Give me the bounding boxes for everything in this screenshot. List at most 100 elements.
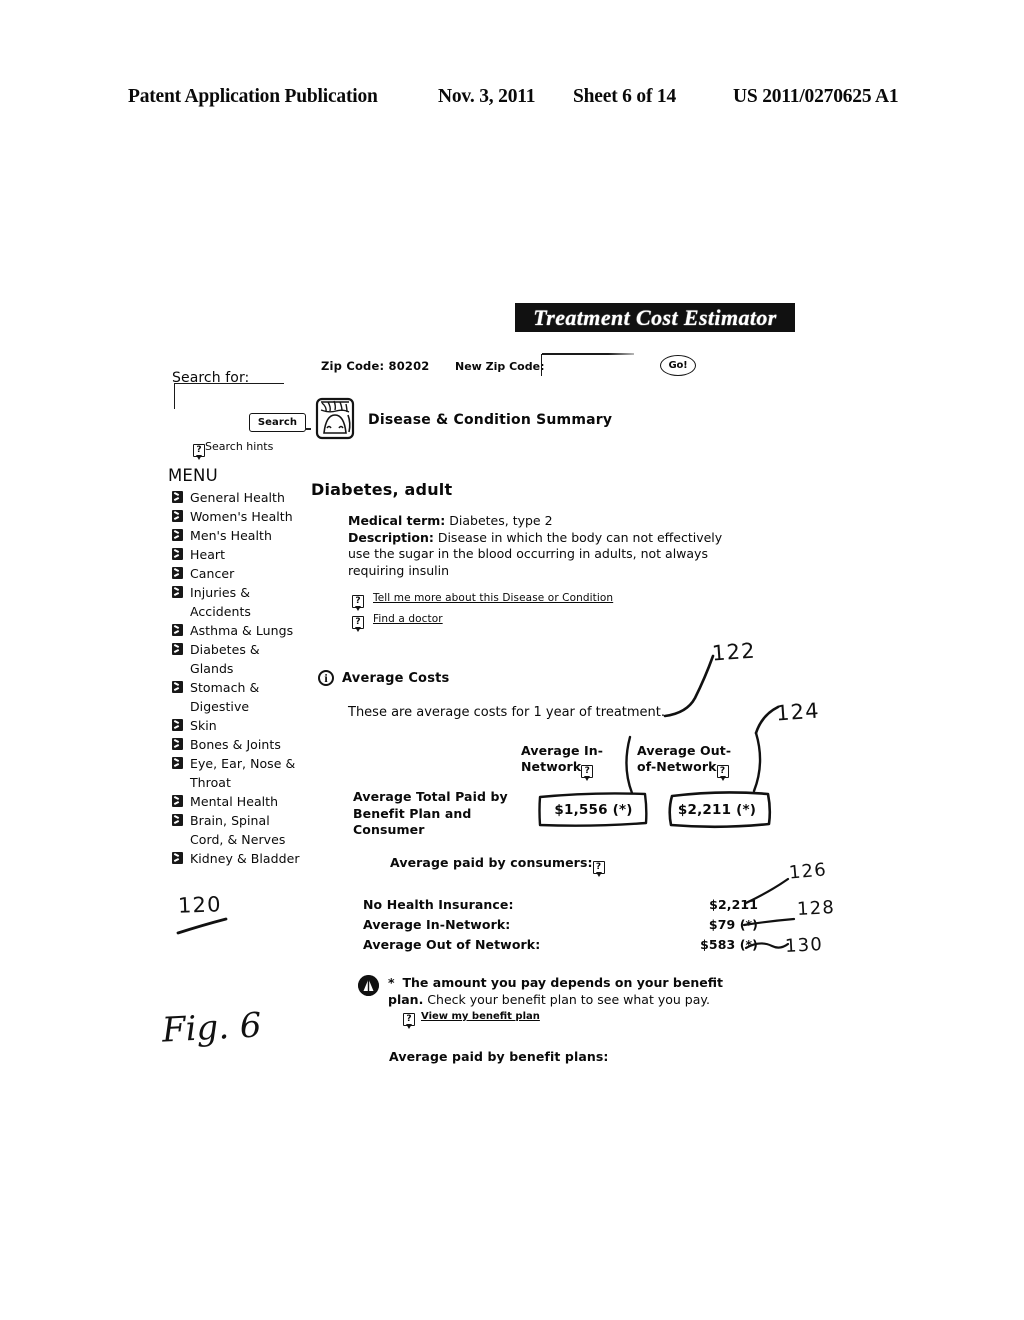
menu-arrow-bullet-icon [172, 548, 183, 560]
consumer-costs-table: No Health Insurance: $2,211 Average In-N… [363, 897, 763, 957]
menu-item-label: Asthma & Lungs [190, 623, 294, 638]
menu-arrow-bullet-icon [172, 643, 183, 655]
menu-list: General Health Women's Health Men's Heal… [172, 488, 312, 868]
menu-item-label: Skin [190, 718, 217, 733]
sidebar-item-womens-health[interactable]: Women's Health [172, 507, 312, 526]
disclaimer-asterisk: * [388, 975, 395, 990]
sidebar-item-kidney-bladder[interactable]: Kidney & Bladder [172, 849, 312, 868]
section-title: Disease & Condition Summary [368, 412, 613, 428]
reference-numeral-126: 126 [788, 859, 828, 884]
handdrawn-ink-overlay [176, 654, 796, 950]
info-circle-icon: i [318, 670, 334, 686]
menu-item-label: Bones & Joints [190, 737, 281, 752]
cost-value-in-network: $1,556 (*) [554, 802, 633, 818]
question-callout-icon[interactable]: ? [581, 765, 594, 781]
tell-me-more-link[interactable]: ? Tell me more about this Disease or Cond… [352, 592, 614, 611]
menu-item-label: Stomach & [190, 680, 260, 695]
sidebar-item-bones-joints[interactable]: Bones & Joints [172, 735, 312, 754]
search-input[interactable] [174, 383, 284, 409]
question-callout-icon[interactable]: ? [716, 765, 729, 781]
menu-arrow-bullet-icon [172, 586, 183, 598]
reference-numeral-122: 122 [711, 638, 757, 666]
sidebar-item-heart[interactable]: Heart [172, 545, 312, 564]
menu-item-label-line2: Cord, & Nerves [190, 832, 286, 847]
reference-numeral-130: 130 [784, 934, 824, 957]
menu-item-label: Injuries & [190, 585, 251, 600]
menu-item-label-line2: Digestive [190, 699, 250, 714]
question-callout-icon: ? [403, 1013, 415, 1029]
menu-item-label: Women's Health [190, 509, 293, 524]
menu-arrow-bullet-icon [172, 795, 183, 807]
menu-arrow-bullet-icon [172, 757, 183, 769]
menu-item-label-line2: Glands [190, 661, 234, 676]
new-zip-code-label: New Zip Code: [455, 360, 545, 373]
sidebar-item-brain-spinal-cord-nerves[interactable]: Brain, Spinal Cord, & Nerves [172, 811, 312, 849]
sidebar-item-general-health[interactable]: General Health [172, 488, 312, 507]
row-label-average-out-of-network: Average Out of Network: [363, 937, 541, 952]
sidebar-item-cancer[interactable]: Cancer [172, 564, 312, 583]
menu-arrow-bullet-icon [172, 529, 183, 541]
sidebar-item-diabetes-glands[interactable]: Diabetes & Glands [172, 640, 312, 678]
question-callout-icon: ? [352, 595, 364, 611]
menu-arrow-bullet-icon [172, 567, 183, 579]
question-callout-icon: ? [352, 616, 364, 632]
menu-item-label: Mental Health [190, 794, 279, 809]
row-value-no-health-insurance: $2,211 [709, 897, 758, 912]
find-a-doctor-label: Find a doctor [373, 613, 443, 625]
menu-item-label: Cancer [190, 566, 235, 581]
view-benefit-plan-link[interactable]: ? View my benefit plan [403, 1011, 540, 1029]
row-value-average-out-of-network: $583 (*) [700, 937, 758, 952]
figure-screenshot: Treatment Cost Estimator Zip Code: 80202… [0, 0, 1024, 1320]
menu-item-label-line2: Accidents [190, 604, 251, 619]
medical-term-label: Medical term: [348, 513, 446, 528]
disclaimer-rest-text: Check your benefit plan to see what you … [423, 991, 710, 1007]
column-header-in-network: Average In-Network? [521, 743, 621, 781]
menu-arrow-bullet-icon [172, 719, 183, 731]
tell-me-more-label: Tell me more about this Disease or Condi… [373, 592, 614, 604]
sidebar-item-injuries-accidents[interactable]: Injuries & Accidents [172, 583, 312, 621]
consumer-costs-heading: Average paid by consumers:? [390, 855, 605, 877]
menu-item-label: Men's Health [190, 528, 272, 543]
reference-numeral-128: 128 [796, 897, 836, 920]
find-a-doctor-link[interactable]: ? Find a doctor [352, 613, 443, 632]
sidebar-item-skin[interactable]: Skin [172, 716, 312, 735]
reference-numeral-124: 124 [775, 698, 821, 726]
warning-circle-icon [358, 975, 379, 996]
table-row: Average In-Network: $79 (*) [363, 917, 763, 937]
question-callout-icon: ? [193, 444, 205, 460]
search-hints-link[interactable]: ? Search hints [193, 440, 274, 460]
description-block: Medical term: Diabetes, type 2 Descripti… [348, 513, 748, 579]
disclaimer-text: * The amount you pay depends on your ben… [388, 975, 743, 1008]
description-label: Description: [348, 529, 434, 545]
row-value-average-in-network: $79 (*) [708, 917, 758, 932]
page-title: Diabetes, adult [311, 480, 453, 499]
new-zip-code-input[interactable] [541, 353, 634, 376]
sidebar-item-stomach-digestive[interactable]: Stomach & Digestive [172, 678, 312, 716]
benefit-plans-heading: Average paid by benefit plans: [389, 1049, 609, 1064]
table-row: No Health Insurance: $2,211 [363, 897, 763, 917]
question-callout-icon[interactable]: ? [592, 861, 605, 877]
consumer-costs-heading-label: Average paid by consumers: [390, 855, 593, 870]
menu-arrow-bullet-icon [172, 814, 183, 826]
medical-term-value: Diabetes, type 2 [445, 513, 553, 528]
average-costs-heading: Average Costs [342, 671, 450, 686]
reference-numeral-120: 120 [177, 892, 223, 918]
sidebar-item-mental-health[interactable]: Mental Health [172, 792, 312, 811]
go-button[interactable]: Go! [660, 355, 696, 376]
disease-summary-icon [315, 397, 355, 440]
sidebar-item-asthma-lungs[interactable]: Asthma & Lungs [172, 621, 312, 640]
row-label-no-health-insurance: No Health Insurance: [363, 897, 514, 912]
sidebar-item-eye-ear-nose-throat[interactable]: Eye, Ear, Nose & Throat [172, 754, 312, 792]
sidebar-item-mens-health[interactable]: Men's Health [172, 526, 312, 545]
search-hints-label: Search hints [205, 440, 274, 453]
search-button[interactable]: Search [249, 413, 311, 432]
menu-item-label: Heart [190, 547, 226, 562]
average-costs-subtitle: These are average costs for 1 year of tr… [348, 705, 666, 720]
menu-item-label-line2: Throat [190, 775, 231, 790]
row-label-average-in-network: Average In-Network: [363, 917, 511, 932]
menu-arrow-bullet-icon [172, 491, 183, 503]
table-row: Average Out of Network: $583 (*) [363, 937, 763, 957]
menu-item-label: Brain, Spinal [190, 813, 270, 828]
cost-value-out-of-network: $2,211 (*) [677, 802, 757, 818]
menu-arrow-bullet-icon [172, 624, 183, 636]
